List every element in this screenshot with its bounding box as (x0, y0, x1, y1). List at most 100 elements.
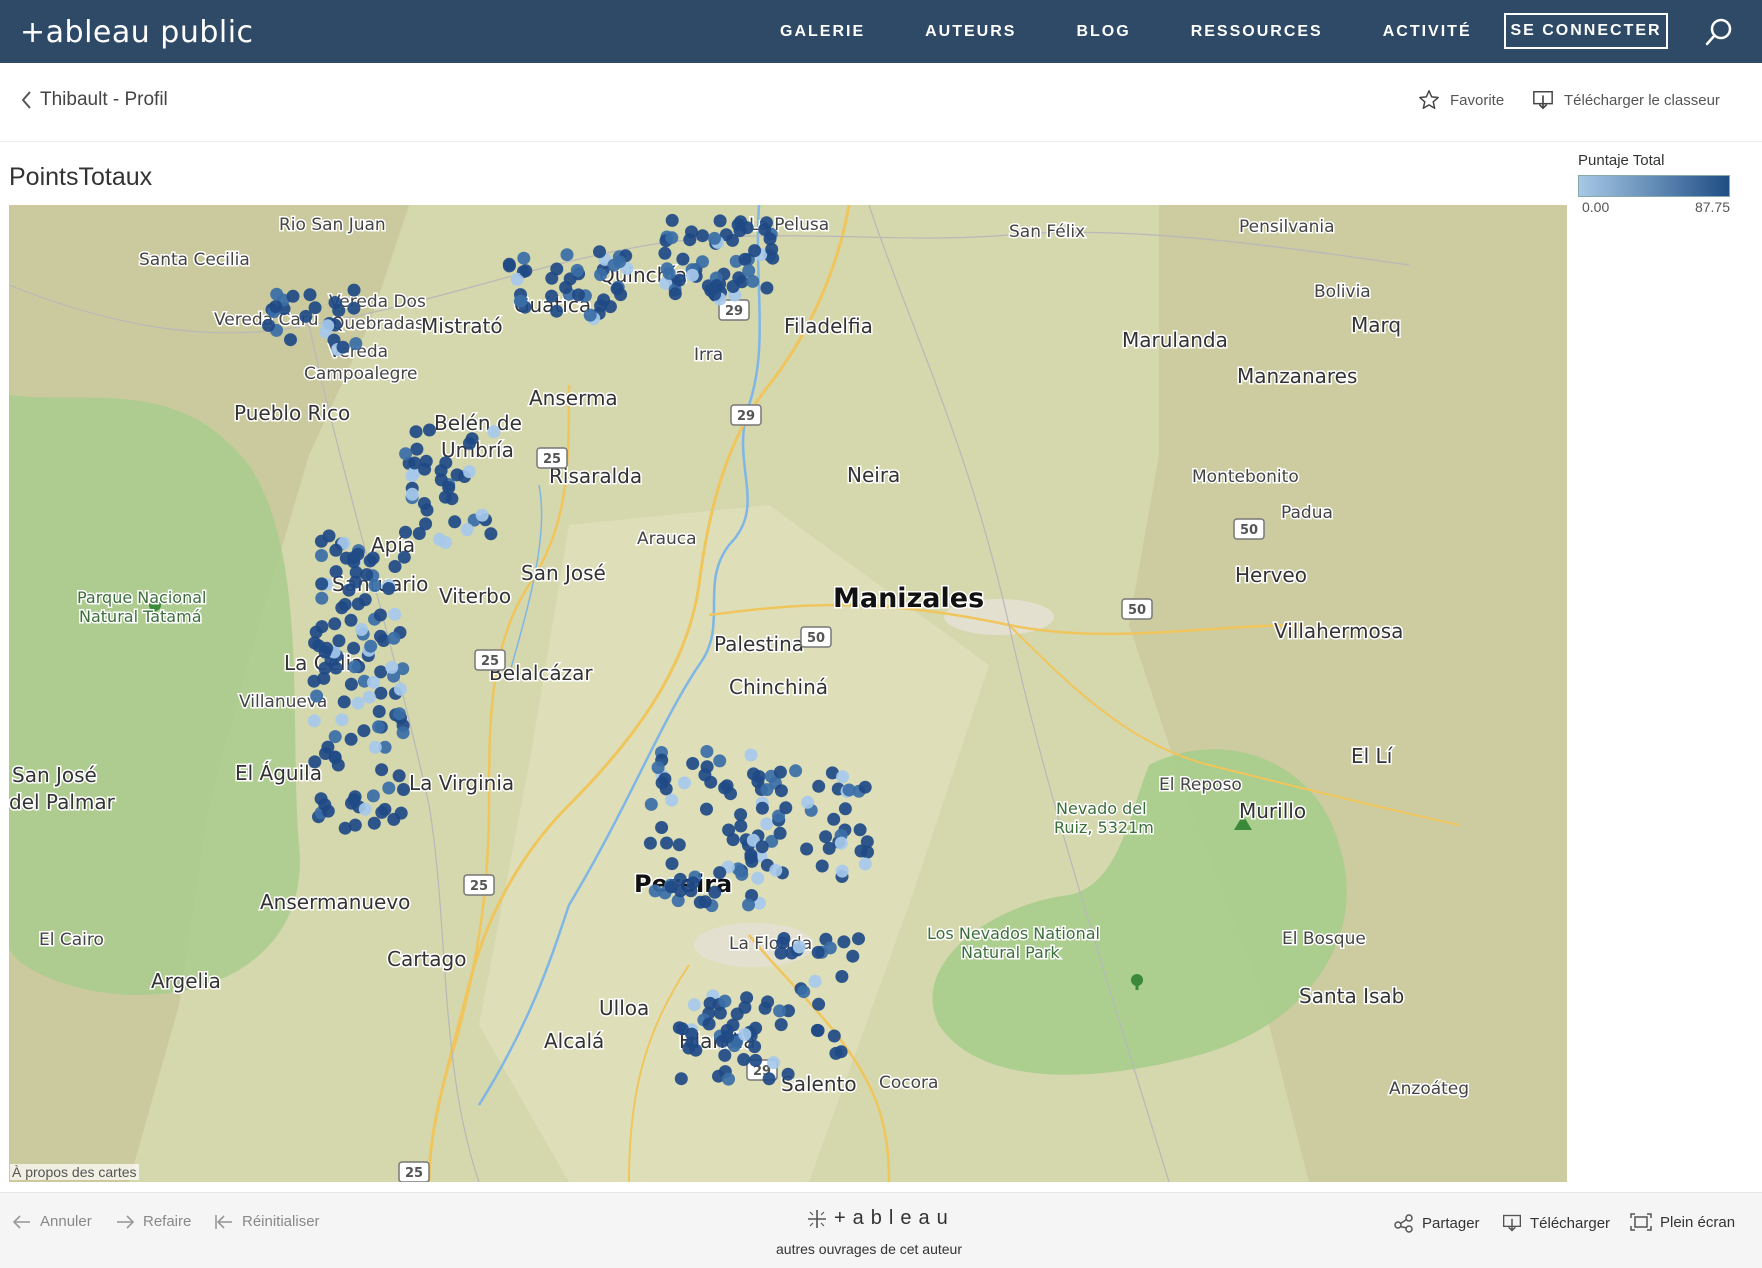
survey-point[interactable] (484, 527, 498, 541)
survey-point[interactable] (720, 1030, 734, 1044)
survey-point[interactable] (827, 812, 841, 826)
survey-point[interactable] (664, 880, 678, 894)
survey-point[interactable] (760, 783, 774, 797)
survey-point[interactable] (774, 1018, 788, 1032)
survey-point[interactable] (337, 695, 351, 709)
survey-point[interactable] (357, 724, 371, 738)
survey-point[interactable] (545, 289, 559, 303)
survey-point[interactable] (614, 288, 628, 302)
survey-point[interactable] (676, 252, 690, 266)
survey-point[interactable] (434, 473, 448, 487)
survey-point[interactable] (696, 255, 709, 269)
survey-point[interactable] (734, 819, 748, 833)
survey-point[interactable] (284, 333, 297, 347)
survey-point[interactable] (374, 629, 387, 643)
survey-point[interactable] (396, 726, 410, 740)
survey-point[interactable] (347, 551, 361, 565)
survey-point[interactable] (738, 1000, 752, 1014)
survey-point[interactable] (685, 225, 698, 239)
survey-point[interactable] (392, 707, 406, 721)
survey-point[interactable] (745, 854, 759, 868)
survey-point[interactable] (315, 591, 329, 605)
survey-point[interactable] (767, 1056, 781, 1070)
survey-point[interactable] (328, 730, 342, 744)
survey-point[interactable] (349, 575, 363, 589)
survey-point[interactable] (385, 660, 399, 674)
survey-point[interactable] (708, 885, 722, 899)
survey-point[interactable] (815, 859, 829, 873)
survey-point[interactable] (737, 1053, 751, 1066)
survey-point[interactable] (644, 797, 658, 811)
reset-button[interactable]: Réinitialiser (214, 1213, 320, 1230)
survey-point[interactable] (735, 867, 749, 881)
survey-point[interactable] (838, 802, 852, 816)
survey-point[interactable] (460, 523, 474, 537)
download-workbook-button[interactable]: Télécharger le classeur (1532, 89, 1720, 111)
survey-point[interactable] (792, 940, 806, 954)
survey-point[interactable] (765, 242, 779, 256)
survey-point[interactable] (700, 802, 713, 816)
survey-point[interactable] (419, 517, 433, 531)
survey-point[interactable] (269, 300, 283, 313)
survey-point[interactable] (355, 623, 368, 636)
survey-point[interactable] (734, 215, 748, 229)
survey-point[interactable] (755, 840, 769, 854)
survey-point[interactable] (364, 639, 378, 653)
survey-point[interactable] (450, 468, 464, 482)
survey-point[interactable] (852, 932, 865, 946)
survey-point[interactable] (399, 525, 412, 539)
survey-point[interactable] (351, 696, 365, 710)
survey-point[interactable] (700, 760, 714, 774)
survey-point[interactable] (698, 895, 712, 909)
survey-point[interactable] (811, 945, 825, 959)
survey-point[interactable] (861, 845, 874, 859)
survey-point[interactable] (360, 568, 374, 582)
survey-point[interactable] (822, 841, 836, 855)
survey-point[interactable] (315, 549, 328, 562)
survey-point[interactable] (335, 713, 349, 727)
nav-link-blog[interactable]: BLOG (1076, 23, 1130, 41)
survey-point[interactable] (319, 747, 332, 760)
survey-point[interactable] (687, 998, 701, 1012)
share-button[interactable]: Partager (1394, 1213, 1480, 1233)
survey-point[interactable] (713, 754, 727, 768)
survey-point[interactable] (344, 677, 358, 691)
survey-point[interactable] (776, 936, 790, 950)
survey-point[interactable] (409, 425, 423, 439)
survey-point[interactable] (713, 866, 727, 880)
survey-point[interactable] (315, 577, 329, 591)
survey-point[interactable] (660, 836, 674, 850)
survey-point[interactable] (665, 857, 679, 871)
survey-point[interactable] (779, 801, 793, 815)
survey-point[interactable] (338, 821, 352, 835)
survey-point[interactable] (718, 1048, 732, 1062)
download-button[interactable]: Télécharger (1502, 1213, 1610, 1233)
survey-point[interactable] (846, 949, 860, 963)
survey-point[interactable] (374, 686, 388, 700)
nav-link-ressources[interactable]: RESSOURCES (1191, 23, 1323, 41)
survey-point[interactable] (462, 465, 476, 479)
survey-point[interactable] (810, 1023, 824, 1037)
survey-point[interactable] (755, 801, 769, 815)
survey-point[interactable] (417, 497, 431, 510)
survey-point[interactable] (720, 779, 734, 793)
survey-point[interactable] (751, 871, 765, 885)
survey-point[interactable] (322, 529, 336, 543)
back-to-profile-link[interactable]: Thibault - Profil (22, 89, 168, 111)
survey-point[interactable] (752, 770, 766, 783)
survey-point[interactable] (686, 757, 700, 770)
survey-point[interactable] (408, 456, 422, 470)
survey-point[interactable] (366, 789, 380, 803)
other-works-link[interactable]: autres ouvrages de cet auteur (776, 1241, 962, 1257)
survey-point[interactable] (686, 876, 700, 890)
survey-point[interactable] (487, 425, 501, 439)
survey-point[interactable] (801, 795, 815, 809)
survey-point[interactable] (774, 784, 788, 798)
survey-point[interactable] (368, 740, 382, 754)
tableau-footer-logo[interactable]: +ableau (806, 1207, 955, 1230)
survey-point[interactable] (722, 1072, 735, 1086)
survey-point[interactable] (758, 1001, 772, 1015)
survey-point[interactable] (344, 613, 358, 627)
survey-point[interactable] (517, 251, 531, 265)
survey-point[interactable] (344, 732, 358, 746)
